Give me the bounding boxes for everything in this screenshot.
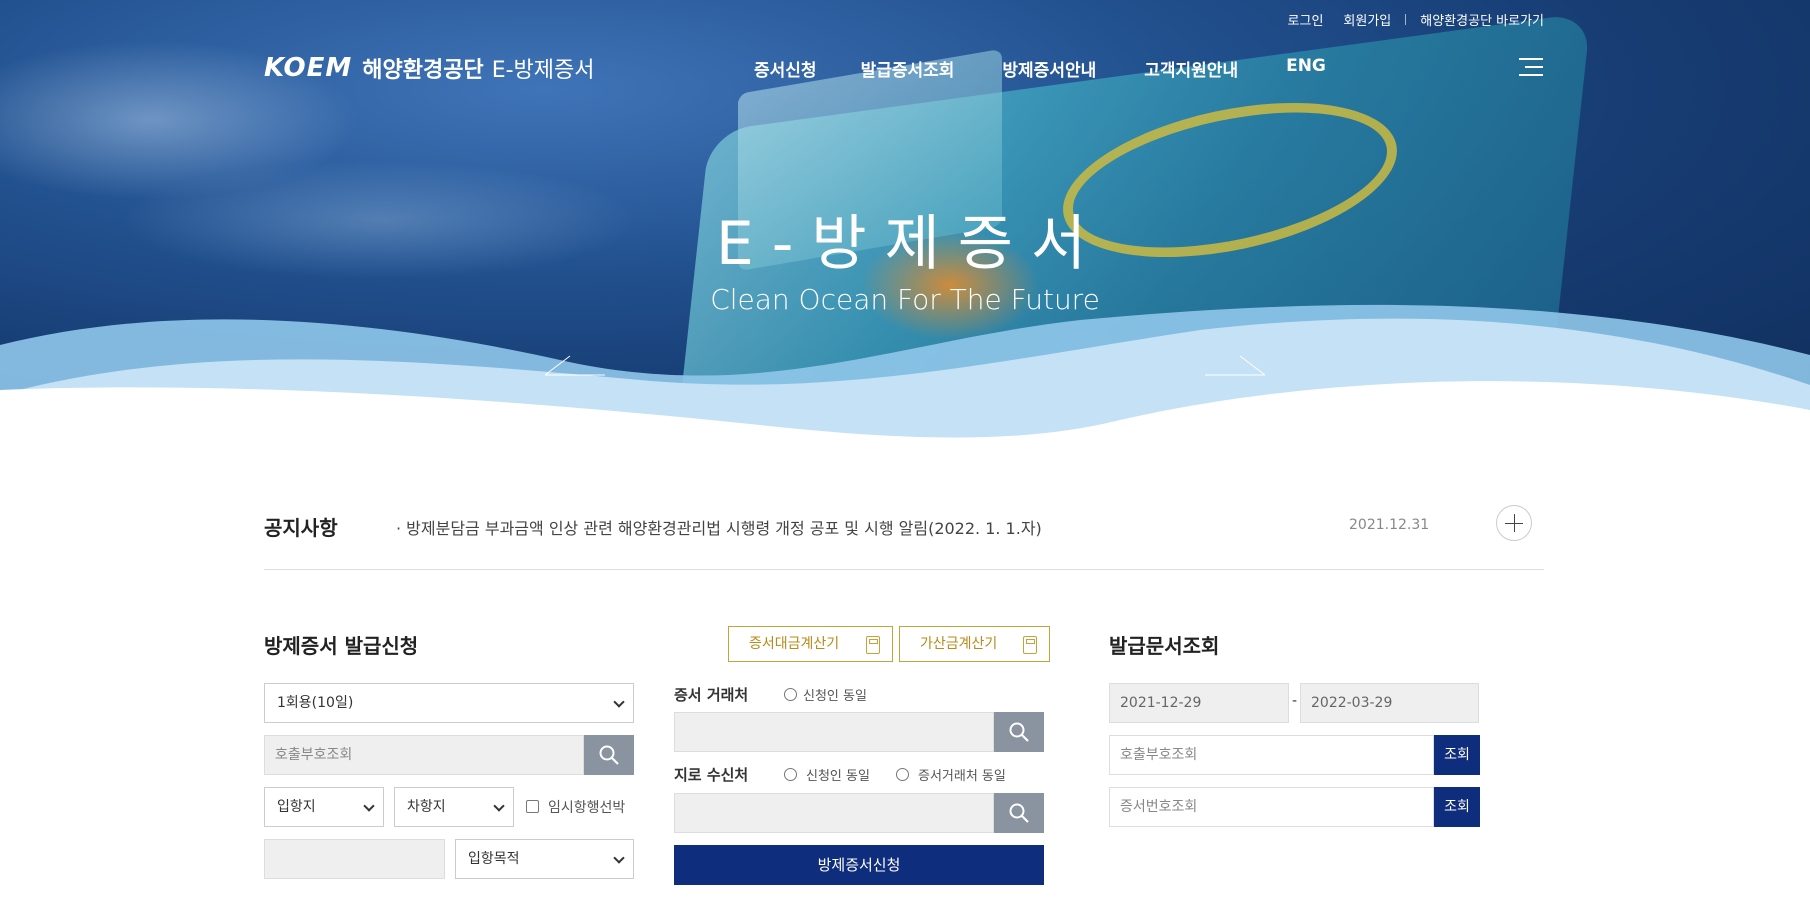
top-utility-menu: 로그인 회원가입 해양환경공단 바로가기 xyxy=(1268,10,1544,29)
cert-partner-label: 증서 거래처 xyxy=(674,686,749,704)
giro-receiver-input[interactable] xyxy=(674,793,994,833)
nav-issued-inquiry[interactable]: 발급증서조회 xyxy=(861,56,955,81)
callsign-search-button[interactable] xyxy=(584,735,634,775)
cert-partner-search-button[interactable] xyxy=(994,712,1044,752)
wave-decoration xyxy=(0,304,1810,450)
usage-type-value: 1회용(10일) xyxy=(277,695,354,711)
nav-cert-guide[interactable]: 방제증서안내 xyxy=(1002,56,1096,81)
calculator-icon xyxy=(866,636,880,654)
site-logo[interactable]: KOEM 해양환경공단 E-방제증서 xyxy=(264,52,595,84)
date-to-value: 2022-03-29 xyxy=(1311,695,1393,711)
cert-fee-calculator-button[interactable]: 증서대금계산기 xyxy=(728,626,893,662)
notice-label: 공지사항 xyxy=(264,516,338,540)
giro-same-partner-label: 증서거래처 동일 xyxy=(918,769,1006,784)
signup-link[interactable]: 회원가입 xyxy=(1343,10,1391,29)
temp-ship-label: 임시항행선박 xyxy=(548,800,626,816)
calculator-icon xyxy=(1023,636,1037,654)
port-of-entry-value: 입항지 xyxy=(277,799,316,815)
next-port-value: 차항지 xyxy=(407,799,446,815)
main-navigation: 증서신청 발급증서조회 방제증서안내 고객지원안내 ENG xyxy=(754,56,1326,81)
entry-purpose-value: 입항목적 xyxy=(468,851,520,867)
date-to-input[interactable]: 2022-03-29 xyxy=(1300,683,1479,723)
giro-same-applicant-radio[interactable] xyxy=(784,768,797,781)
entry-extra-input[interactable] xyxy=(264,839,445,879)
cert-fee-calculator-label: 증서대금계산기 xyxy=(749,636,840,652)
nav-customer-support[interactable]: 고객지원안내 xyxy=(1144,56,1238,81)
search-icon xyxy=(1009,722,1029,742)
giro-receiver-search-button[interactable] xyxy=(994,793,1044,833)
certno-inquiry-button[interactable]: 조회 xyxy=(1434,787,1480,827)
search-icon xyxy=(599,745,619,765)
logo-org: 해양환경공단 xyxy=(362,58,484,83)
callsign-input[interactable]: 호출부호조회 xyxy=(264,735,584,775)
chevron-down-icon xyxy=(493,800,505,812)
chevron-down-icon xyxy=(613,852,625,864)
surcharge-calculator-button[interactable]: 가산금계산기 xyxy=(899,626,1050,662)
inquiry-certno-input[interactable]: 증서번호조회 xyxy=(1109,787,1434,827)
koem-shortcut-link[interactable]: 해양환경공단 바로가기 xyxy=(1420,10,1544,29)
logo-service: E-방제증서 xyxy=(491,58,595,83)
date-from-input[interactable]: 2021-12-29 xyxy=(1109,683,1289,723)
cert-partner-input[interactable] xyxy=(674,712,994,752)
hero-title: E-방제증서 xyxy=(715,209,1105,279)
inquiry-callsign-placeholder: 호출부호조회 xyxy=(1120,747,1198,763)
chevron-down-icon xyxy=(613,696,625,708)
same-applicant-radio[interactable] xyxy=(784,688,797,701)
surcharge-calculator-label: 가산금계산기 xyxy=(920,636,998,652)
notice-bar: 공지사항 · 방제분담금 부과금액 인상 관련 해양환경관리법 시행령 개정 공… xyxy=(264,500,1544,570)
apply-section-title: 방제증서 발급신청 xyxy=(264,634,419,658)
menu-icon[interactable] xyxy=(1519,58,1543,78)
search-icon xyxy=(1009,803,1029,823)
submit-application-button[interactable]: 방제증서신청 xyxy=(674,845,1044,885)
nav-cert-apply[interactable]: 증서신청 xyxy=(754,56,817,81)
hero-subtitle: Clean Ocean For The Future xyxy=(710,283,1100,316)
temp-ship-checkbox[interactable] xyxy=(526,800,539,813)
entry-purpose-select[interactable]: 입항목적 xyxy=(455,839,634,879)
notice-more-plus-icon[interactable] xyxy=(1496,505,1532,541)
port-of-entry-select[interactable]: 입항지 xyxy=(264,787,384,827)
decor-line-left xyxy=(545,355,605,376)
chevron-down-icon xyxy=(363,800,375,812)
notice-headline[interactable]: · 방제분담금 부과금액 인상 관련 해양환경관리법 시행령 개정 공포 및 시… xyxy=(396,515,1042,539)
same-applicant-label: 신청인 동일 xyxy=(803,689,867,704)
decor-line-right xyxy=(1205,355,1265,376)
notice-date: 2021.12.31 xyxy=(1349,517,1430,533)
logo-brand: KOEM xyxy=(264,53,353,83)
inquiry-certno-placeholder: 증서번호조회 xyxy=(1120,799,1198,815)
hero-banner: 로그인 회원가입 해양환경공단 바로가기 KOEM 해양환경공단 E-방제증서 … xyxy=(0,0,1810,450)
inquiry-callsign-input[interactable]: 호출부호조회 xyxy=(1109,735,1434,775)
date-from-value: 2021-12-29 xyxy=(1120,695,1202,711)
giro-same-partner-radio[interactable] xyxy=(896,768,909,781)
menu-divider xyxy=(1405,14,1407,25)
usage-type-select[interactable]: 1회용(10일) xyxy=(264,683,634,723)
login-link[interactable]: 로그인 xyxy=(1288,10,1324,29)
inquiry-section-title: 발급문서조회 xyxy=(1109,634,1220,658)
giro-same-applicant-label: 신청인 동일 xyxy=(806,769,870,784)
callsign-inquiry-button[interactable]: 조회 xyxy=(1434,735,1480,775)
date-range-dash: - xyxy=(1292,693,1298,709)
callsign-placeholder: 호출부호조회 xyxy=(275,747,353,763)
next-port-select[interactable]: 차항지 xyxy=(394,787,514,827)
nav-english[interactable]: ENG xyxy=(1286,56,1326,81)
giro-receiver-label: 지로 수신처 xyxy=(674,766,749,784)
